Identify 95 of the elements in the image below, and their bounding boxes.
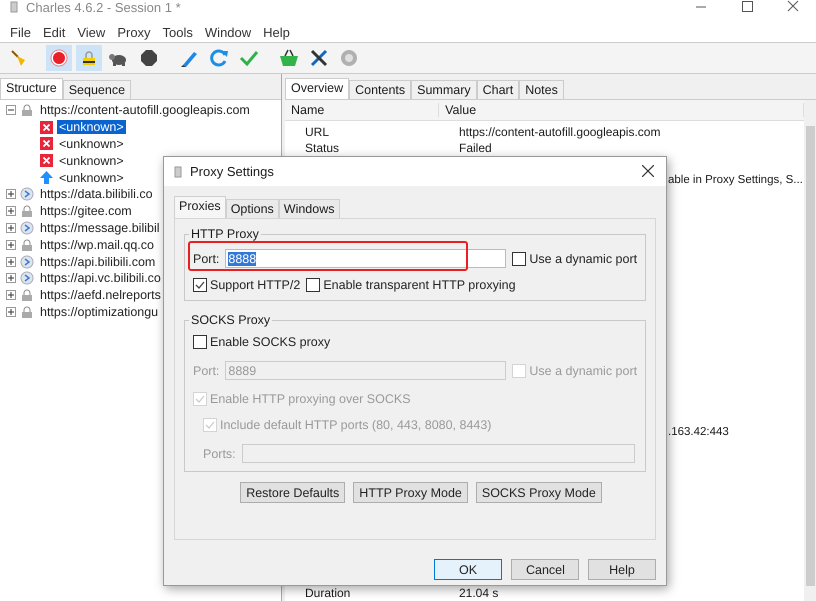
menu-item[interactable]: Help	[257, 24, 296, 40]
group-title: HTTP Proxy	[190, 227, 260, 241]
checkbox[interactable]: Use a dynamic port	[512, 252, 638, 266]
toolbar-button[interactable]	[76, 45, 102, 71]
field-label: Port:	[193, 252, 220, 266]
globe-icon	[20, 220, 34, 235]
table-cell-text: https://content-autofill.googleapis.com	[459, 125, 662, 139]
expand-icon[interactable]	[6, 240, 16, 250]
expand-icon[interactable]	[6, 256, 16, 267]
mode-button[interactable]: HTTP Proxy Mode	[353, 482, 468, 503]
menu-item[interactable]: File	[4, 24, 37, 40]
table-cell: able in Proxy Settings, S...	[668, 174, 803, 186]
expand-icon[interactable]	[6, 189, 16, 200]
tab[interactable]: Proxies	[174, 196, 226, 218]
tab[interactable]: Chart	[476, 80, 520, 99]
tab[interactable]: Options	[226, 199, 279, 218]
collapse-icon[interactable]	[6, 105, 16, 116]
mode-button[interactable]: SOCKS Proxy Mode	[476, 482, 602, 503]
checkbox[interactable]: Support HTTP/2	[193, 278, 300, 292]
checkmark-icon	[195, 280, 205, 290]
checkbox[interactable]: Enable transparent HTTP proxying	[306, 278, 516, 292]
menu-item[interactable]: Edit	[36, 24, 72, 40]
expand-icon[interactable]	[6, 290, 16, 300]
tree-item[interactable]: https://content-autofill.googleapis.com	[38, 103, 252, 118]
globe-icon	[20, 271, 34, 286]
dialog-button[interactable]: Help	[588, 559, 656, 580]
tree-item[interactable]: <unknown>	[57, 170, 126, 185]
tab[interactable]: Structure	[0, 78, 63, 99]
table-cell-text: Status	[304, 141, 340, 155]
padlock-icon	[20, 204, 34, 218]
expand-icon[interactable]	[6, 222, 16, 233]
table-cell-text: Duration	[304, 586, 352, 600]
group-title: SOCKS Proxy	[190, 313, 272, 327]
tree-item[interactable]: https://wp.mail.qq.co	[38, 238, 156, 252]
table-cell-text: URL	[304, 125, 330, 139]
mode-button[interactable]: Restore Defaults	[240, 482, 346, 503]
close-icon[interactable]	[642, 165, 654, 177]
padlock-icon	[20, 103, 34, 118]
tab[interactable]: Contents	[349, 80, 412, 99]
gear-icon	[339, 48, 359, 68]
checkmark-icon	[205, 420, 215, 430]
error-icon	[40, 120, 53, 134]
dialog-title: Proxy Settings	[190, 164, 274, 179]
basket-icon	[279, 48, 299, 68]
field-label: Ports:	[203, 446, 236, 460]
menu-item[interactable]: Proxy	[111, 24, 157, 40]
padlock-icon	[20, 238, 34, 252]
padlock-icon	[20, 304, 34, 319]
tree-item[interactable]: <unknown>	[57, 154, 126, 168]
tree-item[interactable]: <unknown>	[57, 120, 126, 134]
tree-item[interactable]: https://api.bilibili.com	[38, 254, 158, 269]
padlock-icon	[80, 49, 98, 67]
tab[interactable]: Notes	[519, 80, 564, 99]
dialog-button[interactable]: Cancel	[511, 559, 579, 580]
port-field[interactable]: 8888	[225, 249, 506, 268]
refresh-icon	[209, 48, 229, 68]
menu-item[interactable]: View	[71, 24, 112, 40]
tree-item[interactable]: https://message.bilibil	[38, 220, 162, 235]
upload-arrow-icon	[40, 171, 53, 184]
tools-icon	[309, 48, 329, 68]
globe-icon	[20, 254, 34, 269]
menu-item[interactable]: Window	[198, 24, 258, 40]
window-title: Charles 4.6.2 - Session 1 *	[26, 0, 181, 14]
expand-icon[interactable]	[6, 306, 16, 317]
tree-item[interactable]: https://aefd.nelreports	[38, 288, 163, 302]
column-header: Name	[285, 103, 440, 117]
table-cell: .163.42:443	[668, 426, 729, 438]
tab[interactable]: Overview	[285, 78, 350, 99]
expand-icon[interactable]	[6, 273, 16, 284]
padlock-icon	[20, 288, 34, 302]
field-label: Port:	[193, 364, 220, 378]
dialog-button[interactable]: OK	[434, 559, 502, 580]
globe-icon	[20, 187, 34, 202]
app-icon	[10, 1, 18, 13]
column-header: Value	[439, 103, 804, 117]
tab[interactable]: Summary	[411, 80, 477, 99]
expand-icon[interactable]	[6, 206, 16, 216]
record-icon	[50, 49, 68, 67]
menu-item[interactable]: Tools	[156, 24, 199, 40]
tree-item[interactable]: https://api.vc.bilibili.co	[38, 271, 163, 286]
checkmark-icon	[195, 394, 205, 404]
tree-item[interactable]: https://data.bilibili.co	[38, 187, 155, 202]
tab[interactable]: Sequence	[62, 80, 132, 99]
table-cell-text: 21.04 s	[459, 586, 500, 600]
stop-icon	[140, 49, 158, 67]
app-icon	[174, 166, 182, 178]
error-icon	[40, 154, 53, 168]
error-icon	[40, 137, 53, 150]
checkmark-icon	[239, 48, 259, 68]
tree-item[interactable]: <unknown>	[57, 136, 126, 151]
table-cell-text: Failed	[459, 141, 493, 155]
tab[interactable]: Windows	[278, 199, 340, 218]
checkbox[interactable]: Enable SOCKS proxy	[193, 335, 330, 349]
tree-item[interactable]: https://optimizationgu	[38, 304, 160, 319]
tree-item[interactable]: https://gitee.com	[38, 204, 134, 218]
